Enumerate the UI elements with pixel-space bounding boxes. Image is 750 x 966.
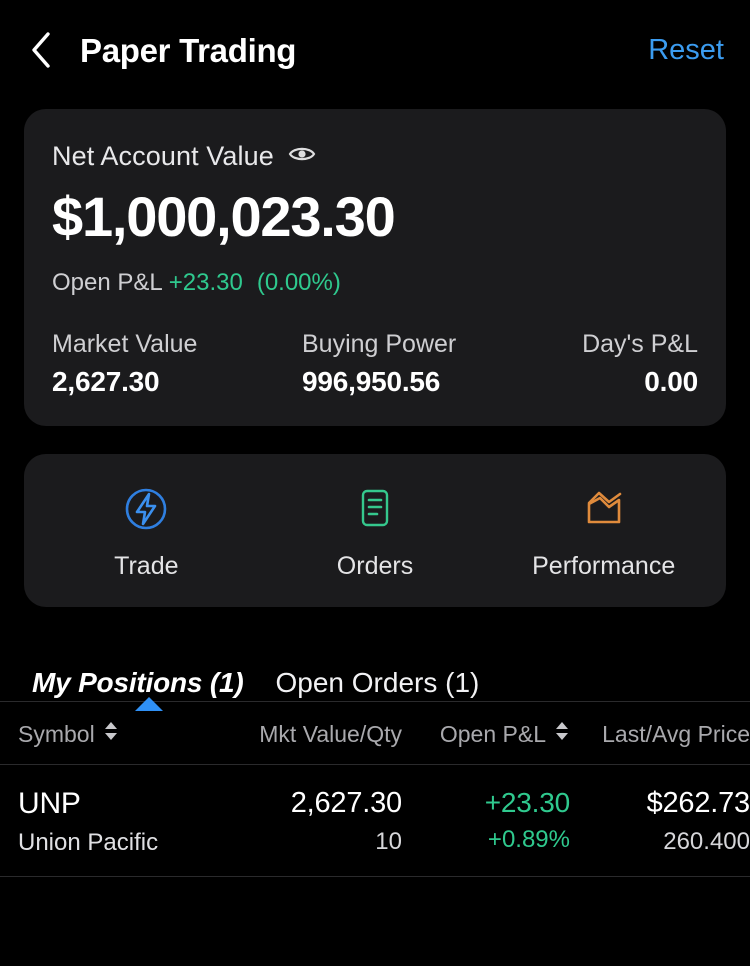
document-list-icon bbox=[355, 484, 395, 534]
action-label: Orders bbox=[336, 552, 414, 581]
open-pnl-value: +23.30 bbox=[168, 268, 243, 296]
account-stats: Market Value 2,627.30 Buying Power 996,9… bbox=[52, 329, 698, 399]
sort-arrows-icon[interactable] bbox=[554, 720, 570, 748]
position-quantity: 10 bbox=[375, 827, 402, 855]
column-label: Last/Avg Price bbox=[602, 720, 750, 747]
trade-button[interactable]: Trade bbox=[32, 484, 261, 581]
open-pnl-percent: (0.00%) bbox=[256, 268, 341, 296]
position-company-name: Union Pacific bbox=[18, 828, 159, 856]
account-summary-card: Net Account Value $1,000,023.30 Open P&L… bbox=[24, 109, 726, 427]
sort-arrows-icon[interactable] bbox=[103, 720, 119, 748]
table-row-divider bbox=[0, 876, 750, 878]
quick-actions-card: Trade Orders Performance bbox=[24, 454, 726, 608]
positions-tabs: My Positions (1) Open Orders (1) bbox=[0, 645, 750, 712]
stat-days-pnl: Day's P&L 0.00 bbox=[500, 329, 698, 399]
stat-value: 0.00 bbox=[644, 366, 698, 398]
column-label: Mkt Value/Qty bbox=[259, 720, 402, 747]
column-label: Symbol bbox=[18, 720, 95, 747]
action-label: Trade bbox=[114, 552, 179, 581]
position-last-price: $262.73 bbox=[646, 787, 750, 820]
action-label: Performance bbox=[532, 552, 676, 581]
net-account-value-header: Net Account Value bbox=[52, 141, 698, 172]
position-open-pnl: +23.30 bbox=[484, 787, 570, 819]
performance-button[interactable]: Performance bbox=[489, 484, 718, 581]
column-header-mkt-value-qty: Mkt Value/Qty bbox=[232, 721, 402, 748]
eye-icon[interactable] bbox=[288, 144, 316, 169]
stat-buying-power: Buying Power 996,950.56 bbox=[250, 329, 500, 399]
tab-open-orders[interactable]: Open Orders (1) bbox=[276, 669, 480, 701]
column-header-last-avg-price: Last/Avg Price bbox=[570, 721, 750, 748]
lightning-bolt-circle-icon bbox=[123, 484, 169, 534]
cell-last-avg-price: $262.73 260.400 bbox=[570, 787, 750, 855]
open-pnl-label: Open P&L bbox=[52, 268, 163, 296]
active-tab-indicator bbox=[135, 697, 163, 712]
stat-label: Market Value bbox=[52, 329, 198, 358]
stat-value: 2,627.30 bbox=[52, 366, 160, 398]
chevron-left-icon bbox=[28, 28, 54, 72]
cell-mkt-value-qty: 2,627.30 10 bbox=[232, 787, 402, 855]
back-button[interactable] bbox=[28, 28, 62, 72]
positions-table-header: Symbol Mkt Value/Qty Open P&L Last/Avg P… bbox=[0, 702, 750, 764]
net-account-value: $1,000,023.30 bbox=[52, 185, 396, 248]
position-avg-price: 260.400 bbox=[663, 827, 750, 855]
app-header: Paper Trading Reset bbox=[0, 0, 750, 100]
column-header-symbol[interactable]: Symbol bbox=[0, 720, 232, 748]
reset-button[interactable]: Reset bbox=[648, 35, 724, 65]
area-chart-icon bbox=[580, 484, 628, 534]
position-market-value: 2,627.30 bbox=[290, 787, 402, 820]
stat-label: Buying Power bbox=[302, 329, 457, 358]
column-label: Open P&L bbox=[439, 720, 546, 747]
position-symbol: UNP bbox=[18, 787, 81, 821]
net-account-value-label: Net Account Value bbox=[52, 141, 274, 171]
orders-button[interactable]: Orders bbox=[261, 484, 490, 581]
column-header-open-pnl[interactable]: Open P&L bbox=[402, 720, 570, 748]
stat-value: 996,950.56 bbox=[302, 366, 441, 398]
table-row[interactable]: UNP Union Pacific 2,627.30 10 +23.30 +0.… bbox=[0, 765, 750, 876]
cell-symbol: UNP Union Pacific bbox=[0, 787, 232, 856]
cell-open-pnl: +23.30 +0.89% bbox=[402, 787, 570, 854]
open-pnl-row: Open P&L +23.30 (0.00%) bbox=[52, 269, 698, 297]
position-open-pnl-percent: +0.89% bbox=[487, 826, 570, 854]
stat-label: Day's P&L bbox=[582, 329, 698, 358]
page-title: Paper Trading bbox=[80, 31, 297, 69]
stat-market-value: Market Value 2,627.30 bbox=[52, 329, 250, 399]
